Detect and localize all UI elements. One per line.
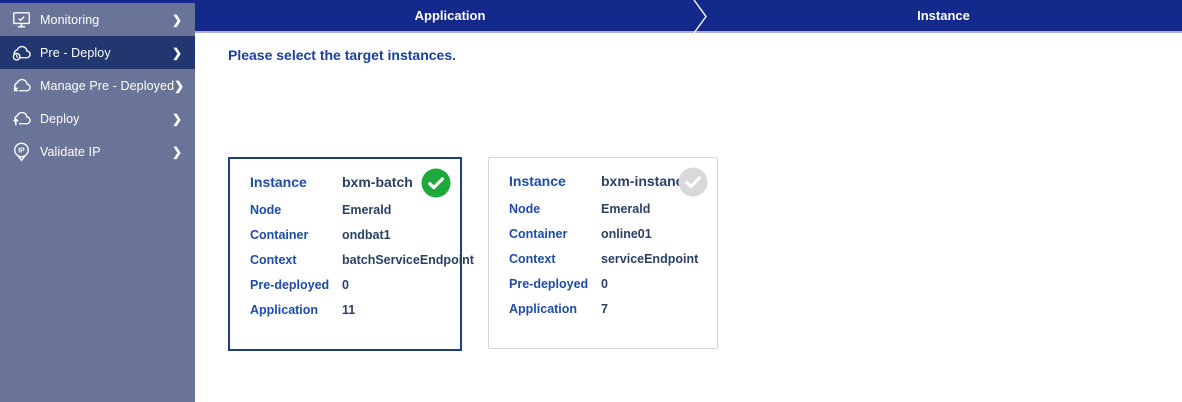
card-row-container: Container online01 xyxy=(509,227,703,241)
step-label: Application xyxy=(414,8,486,23)
stepper-step-application[interactable]: Application xyxy=(195,0,705,31)
sidebar-item-label: Manage Pre - Deployed xyxy=(40,78,175,93)
row-value: 0 xyxy=(601,277,608,291)
row-label: Instance xyxy=(250,174,307,190)
chevron-right-icon: ❯ xyxy=(171,111,182,126)
row-value: 7 xyxy=(601,302,608,316)
sidebar-item-label: Monitoring xyxy=(40,12,100,27)
chevron-right-icon: ❯ xyxy=(171,12,182,27)
sidebar-item-label: Deploy xyxy=(40,111,80,126)
monitor-check-icon xyxy=(11,9,32,30)
chevron-right-icon: ❯ xyxy=(171,144,182,159)
instance-card-bxm-batch[interactable]: Instance bxm-batch Node Emerald Containe… xyxy=(228,157,474,351)
sidebar-item-deploy[interactable]: Deploy ❯ xyxy=(0,102,195,135)
row-label: Instance xyxy=(509,173,566,189)
row-label: Application xyxy=(509,302,578,316)
card-row-instance: Instance bxm-instance xyxy=(509,173,703,189)
cloud-remove-icon xyxy=(11,75,32,96)
row-value: serviceEndpoint xyxy=(601,252,699,266)
card-row-instance: Instance bxm-batch xyxy=(250,174,446,190)
row-label: Node xyxy=(250,203,282,217)
row-label: Context xyxy=(509,252,556,266)
card-row-application: Application 11 xyxy=(250,303,446,317)
check-circle-icon xyxy=(421,168,451,198)
wizard-stepper: Application Instance xyxy=(195,0,1182,33)
sidebar-item-monitoring[interactable]: Monitoring ❯ xyxy=(0,3,195,36)
row-label: Pre-deployed xyxy=(250,278,330,292)
card-row-node: Node Emerald xyxy=(250,203,446,217)
sidebar-item-label: Pre - Deploy xyxy=(40,45,111,60)
sidebar: Monitoring ❯ Pre - Deploy ❯ Manage Pre -… xyxy=(0,0,195,402)
row-value: Emerald xyxy=(601,202,651,216)
row-value: ondbat1 xyxy=(342,228,391,242)
sidebar-item-manage-pre-deployed[interactable]: Manage Pre - Deployed ❯ xyxy=(0,69,195,102)
cloud-upload-icon xyxy=(11,108,32,129)
card-row-context: Context serviceEndpoint xyxy=(509,252,703,266)
svg-text:IP: IP xyxy=(18,148,25,155)
row-label: Application xyxy=(250,303,319,317)
card-row-container: Container ondbat1 xyxy=(250,228,446,242)
card-row-pre-deployed: Pre-deployed 0 xyxy=(509,277,703,291)
cloud-gauge-icon xyxy=(11,42,32,63)
chevron-right-icon: ❯ xyxy=(171,45,182,60)
instance-card-list: Instance bxm-batch Node Emerald Containe… xyxy=(228,157,1182,351)
row-value: 11 xyxy=(342,303,356,317)
row-label: Context xyxy=(250,253,297,267)
row-value: batchServiceEndpoint xyxy=(342,253,474,267)
main-panel: Application Instance Please select the t… xyxy=(195,0,1182,402)
row-label: Node xyxy=(509,202,541,216)
card-row-application: Application 7 xyxy=(509,302,703,316)
row-label: Pre-deployed xyxy=(509,277,589,291)
stepper-step-instance[interactable]: Instance xyxy=(705,0,1182,31)
chevron-right-icon: ❯ xyxy=(174,78,185,93)
card-row-node: Node Emerald xyxy=(509,202,703,216)
row-label: Container xyxy=(250,228,309,242)
card-row-context: Context batchServiceEndpoint xyxy=(250,253,474,267)
page-instruction: Please select the target instances. xyxy=(228,47,456,63)
row-value: 0 xyxy=(342,278,349,292)
instance-card-bxm-instance[interactable]: Instance bxm-instance Node Emerald Conta… xyxy=(488,157,718,349)
card-row-pre-deployed: Pre-deployed 0 xyxy=(250,278,446,292)
sidebar-item-pre-deploy[interactable]: Pre - Deploy ❯ xyxy=(0,36,195,69)
step-label: Instance xyxy=(917,8,970,23)
row-label: Container xyxy=(509,227,568,241)
row-value: bxm-batch xyxy=(342,174,413,190)
row-value: online01 xyxy=(601,227,652,241)
check-circle-icon xyxy=(678,167,708,197)
ip-pin-icon: IP xyxy=(11,141,32,162)
sidebar-item-validate-ip[interactable]: IP Validate IP ❯ xyxy=(0,135,195,168)
content-area: Please select the target instances. Inst… xyxy=(195,33,1182,351)
sidebar-item-label: Validate IP xyxy=(40,144,101,159)
row-value: Emerald xyxy=(342,203,392,217)
